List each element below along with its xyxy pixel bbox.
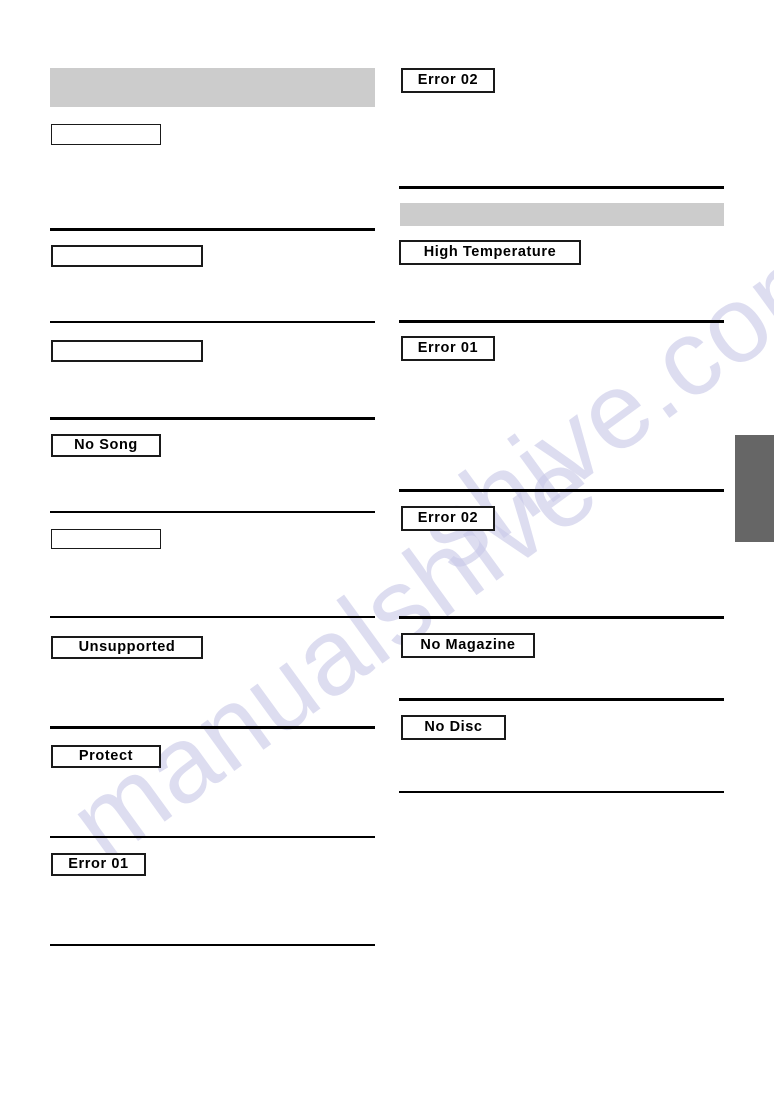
display-message-label: Unsupported: [78, 639, 176, 656]
display-message-label: No Disc: [424, 719, 483, 736]
display-message-box[interactable]: Error 02: [401, 506, 495, 531]
display-message-box[interactable]: Error 01: [51, 853, 146, 876]
section-divider-thick: [399, 616, 724, 619]
display-message-box[interactable]: High Temperature: [399, 240, 581, 265]
section-divider-thick: [399, 489, 724, 492]
display-message-label: Error 02: [417, 72, 479, 89]
section-divider-thick: [399, 320, 724, 323]
display-message-label: Error 02: [417, 510, 479, 527]
display-message-label: High Temperature: [423, 244, 557, 261]
section-divider-thin: [50, 616, 375, 618]
display-message-label: Error 01: [417, 340, 479, 357]
section-divider-thin: [50, 511, 375, 513]
display-message-box[interactable]: [51, 340, 203, 362]
section-divider-thick: [50, 228, 375, 231]
display-message-box[interactable]: Error 02: [401, 68, 495, 93]
display-message-box[interactable]: Unsupported: [51, 636, 203, 659]
right-section-header-band: [400, 203, 724, 226]
left-column: No Song Unsupported Protect Error 01: [50, 0, 375, 1094]
display-message-label: Protect: [78, 748, 134, 765]
page-edge-tab-marker: [735, 435, 774, 542]
manual-page: manualshive shive.com No Song Unsupporte…: [0, 0, 774, 1094]
section-divider-thick: [50, 417, 375, 420]
display-message-box[interactable]: [51, 529, 161, 549]
display-message-label: No Song: [74, 437, 138, 454]
display-message-box[interactable]: No Song: [51, 434, 161, 457]
display-message-box[interactable]: [51, 124, 161, 145]
section-divider-thin: [50, 321, 375, 323]
display-message-box[interactable]: Error 01: [401, 336, 495, 361]
display-message-box[interactable]: Protect: [51, 745, 161, 768]
display-message-label: No Magazine: [420, 637, 516, 654]
display-message-box[interactable]: [51, 245, 203, 267]
left-section-header-band: [50, 68, 375, 107]
section-divider-thin: [50, 836, 375, 838]
section-divider-thick: [50, 726, 375, 729]
page-content: No Song Unsupported Protect Error 01 Err…: [0, 0, 774, 1094]
right-column: Error 02 High Temperature Error 01 Error…: [399, 0, 724, 1094]
section-divider-thin: [50, 944, 375, 946]
display-message-label: Error 01: [68, 856, 129, 873]
section-divider-thick: [399, 186, 724, 189]
section-divider-thin: [399, 791, 724, 793]
display-message-box[interactable]: No Disc: [401, 715, 506, 740]
section-divider-thick: [399, 698, 724, 701]
display-message-box[interactable]: No Magazine: [401, 633, 535, 658]
